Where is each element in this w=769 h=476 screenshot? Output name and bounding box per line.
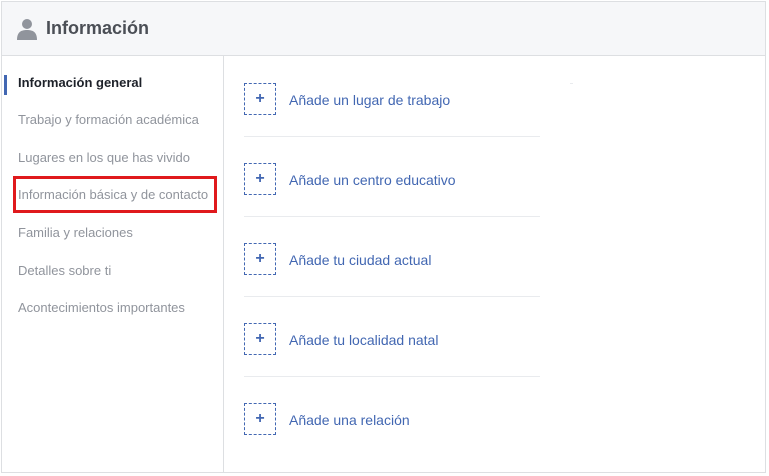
sidebar-item-details-about[interactable]: Detalles sobre ti bbox=[2, 253, 223, 289]
add-hometown-link[interactable]: Añade tu localidad natal bbox=[289, 331, 438, 349]
plus-icon[interactable]: + bbox=[244, 323, 276, 355]
add-workplace-row[interactable]: + Añade un lugar de trabajo bbox=[244, 56, 540, 137]
sidebar-nav: Información general Trabajo y formación … bbox=[2, 56, 224, 472]
sidebar-item-places-lived[interactable]: Lugares en los que has vivido bbox=[2, 140, 223, 176]
page-title: Información bbox=[46, 18, 150, 38]
add-school-link[interactable]: Añade un centro educativo bbox=[289, 171, 456, 189]
add-workplace-link[interactable]: Añade un lugar de trabajo bbox=[289, 91, 450, 109]
plus-icon[interactable]: + bbox=[244, 163, 276, 195]
sidebar-item-overview[interactable]: Información general bbox=[2, 65, 223, 101]
add-relationship-link[interactable]: Añade una relación bbox=[289, 411, 410, 429]
section-header: Información bbox=[2, 2, 765, 56]
plus-icon[interactable]: + bbox=[244, 83, 276, 115]
highlight-box bbox=[13, 176, 217, 213]
person-icon bbox=[17, 18, 37, 40]
plus-icon[interactable]: + bbox=[244, 403, 276, 435]
add-relationship-row[interactable]: + Añade una relación bbox=[244, 376, 540, 456]
sidebar-item-work-education[interactable]: Trabajo y formación académica bbox=[2, 102, 223, 138]
sidebar-item-life-events[interactable]: Acontecimientos importantes bbox=[2, 290, 223, 326]
sidebar-item-family-relationships[interactable]: Familia y relaciones bbox=[2, 215, 223, 251]
divider-mark bbox=[570, 83, 573, 84]
plus-icon[interactable]: + bbox=[244, 243, 276, 275]
add-school-row[interactable]: + Añade un centro educativo bbox=[244, 136, 540, 217]
add-current-city-link[interactable]: Añade tu ciudad actual bbox=[289, 251, 431, 269]
add-hometown-row[interactable]: + Añade tu localidad natal bbox=[244, 296, 540, 377]
add-current-city-row[interactable]: + Añade tu ciudad actual bbox=[244, 216, 540, 297]
about-panel: Información Información general Trabajo … bbox=[1, 1, 766, 473]
